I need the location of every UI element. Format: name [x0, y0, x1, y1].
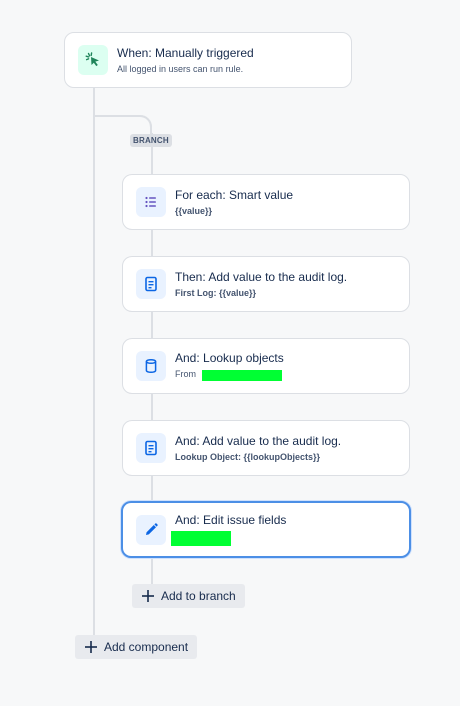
- step-subtitle: Lookup Object: {{lookupObjects}}: [175, 451, 321, 462]
- for-each-step-card[interactable]: For each: Smart value {{value}}: [122, 174, 410, 230]
- add-component-button[interactable]: Add component: [75, 635, 198, 659]
- step-subtitle: From: [175, 368, 284, 381]
- database-icon: [136, 351, 166, 381]
- document-icon: [136, 433, 166, 463]
- trigger-title: When: Manually triggered: [117, 45, 254, 60]
- step-title: For each: Smart value: [175, 187, 294, 202]
- step-title: Then: Add value to the audit log.: [175, 269, 348, 284]
- main-connector-line: [93, 87, 95, 637]
- trigger-card[interactable]: When: Manually triggered All logged in u…: [64, 32, 352, 88]
- step-subtitle-prefix: From: [175, 369, 196, 380]
- audit-log-step-card[interactable]: Then: Add value to the audit log. First …: [122, 256, 410, 312]
- step-title: And: Add value to the audit log.: [175, 433, 342, 448]
- add-component-label: Add component: [104, 640, 189, 654]
- branch-connector-curve: [94, 115, 152, 133]
- list-icon: [136, 187, 166, 217]
- pencil-icon: [136, 514, 166, 545]
- step-subtitle: First Log: {{value}}: [175, 287, 257, 298]
- add-to-branch-button[interactable]: Add to branch: [132, 584, 245, 608]
- step-subtitle: {{value}}: [175, 205, 213, 216]
- add-to-branch-label: Add to branch: [161, 589, 236, 603]
- audit-log-lookup-step-card[interactable]: And: Add value to the audit log. Lookup …: [122, 420, 410, 476]
- lookup-objects-step-card[interactable]: And: Lookup objects From: [122, 338, 410, 394]
- document-icon: [136, 269, 166, 299]
- edit-issue-fields-step-card[interactable]: And: Edit issue fields: [121, 501, 411, 558]
- step-title: And: Lookup objects: [175, 351, 284, 366]
- redacted-object-source: [201, 369, 282, 381]
- branch-label: BRANCH: [130, 134, 172, 147]
- trigger-subtitle: All logged in users can run rule.: [117, 63, 244, 74]
- step-title: And: Edit issue fields: [175, 513, 287, 527]
- plus-icon: [85, 641, 97, 653]
- redacted-field-list: [171, 531, 231, 546]
- cursor-click-icon: [78, 45, 108, 75]
- plus-icon: [142, 590, 154, 602]
